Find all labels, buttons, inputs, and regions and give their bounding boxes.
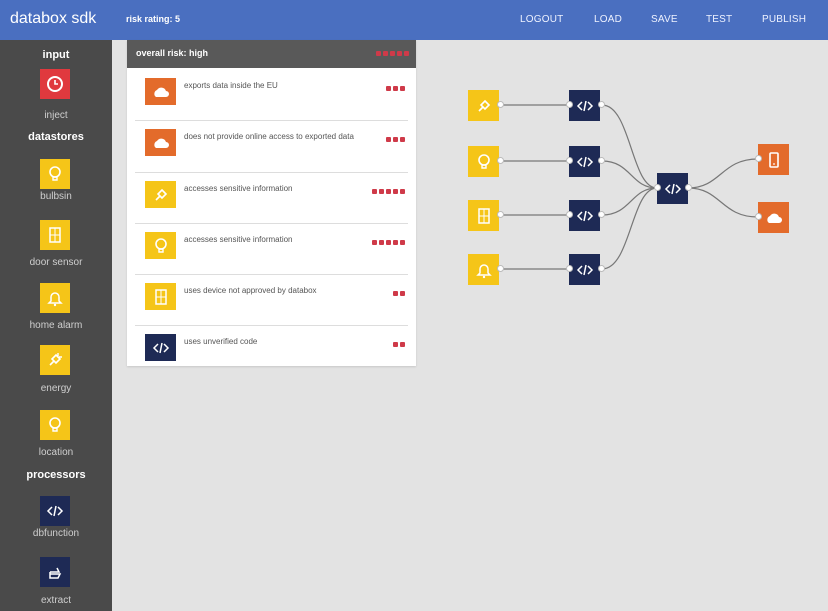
plug-icon [46,351,64,369]
door-icon [145,283,176,310]
node-label-energy: energy [40,383,72,394]
bulb-icon [46,416,64,434]
risk-pips [393,342,405,347]
risk-row[interactable]: accesses sensitive information [135,173,408,224]
flow-node-energy[interactable] [468,90,499,121]
door-icon [46,226,64,244]
node-label-dbfunction: dbfunction [32,528,80,539]
risk-text: uses unverified code [184,337,258,346]
risk-pips [386,86,405,91]
flow-node-dbfunction[interactable] [569,146,600,177]
overall-risk-pips [376,51,409,56]
risk-text: uses device not approved by databox [184,286,317,295]
test-button[interactable]: TEST [706,14,732,25]
code-icon [576,97,594,115]
risk-pips [393,291,405,296]
node-home-alarm[interactable] [40,283,70,313]
code-icon [46,502,64,520]
bulb-icon [145,232,176,259]
risk-text: does not provide online access to export… [184,132,354,141]
node-label-home-alarm: home alarm [29,320,83,331]
node-door-sensor[interactable] [40,220,70,250]
overall-risk-title: overall risk: high [136,48,209,58]
plug-icon [475,97,493,115]
flow-node-home-alarm[interactable] [468,254,499,285]
code-icon [576,261,594,279]
risk-pips [372,189,405,194]
node-extract[interactable] [40,557,70,587]
code-icon [145,334,176,361]
section-datastores: datastores [28,131,84,143]
risk-rating: risk rating: 5 [126,14,181,24]
risk-panel-header: overall risk: high [127,40,416,68]
risk-text: accesses sensitive information [184,184,293,193]
node-inject[interactable] [40,69,70,99]
clock-icon [46,75,64,93]
code-icon [576,207,594,225]
plug-icon [145,181,176,208]
cloud-icon [145,129,176,156]
bulb-icon [475,153,493,171]
cloud-icon [145,78,176,105]
publish-button[interactable]: PUBLISH [762,14,806,25]
node-label-inject: inject [44,110,68,121]
flow-node-mobile[interactable] [758,144,789,175]
section-processors: processors [26,469,86,481]
risk-text: exports data inside the EU [184,81,278,90]
bulb-icon [46,165,64,183]
flow-node-door-sensor[interactable] [468,200,499,231]
risk-row[interactable]: uses unverified code [135,326,408,366]
door-icon [475,207,493,225]
node-label-extract: extract [40,595,71,606]
phone-icon [765,151,783,169]
flow-node-dbfunction[interactable] [569,90,600,121]
flow-node-bulbsin[interactable] [468,146,499,177]
risk-row[interactable]: accesses sensitive information [135,224,408,275]
node-energy[interactable] [40,345,70,375]
node-label-bulbsin: bulbsin [40,191,72,202]
bell-icon [475,261,493,279]
hand-icon [46,563,64,581]
risk-row[interactable]: does not provide online access to export… [135,121,408,173]
node-bulbsin[interactable] [40,159,70,189]
code-icon [576,153,594,171]
cloud-icon [764,211,784,225]
flow-node-dbfunction[interactable] [569,200,600,231]
logout-button[interactable]: LOGOUT [520,14,563,25]
section-input: input [42,49,70,61]
app-title: databox sdk [10,10,97,27]
risk-row[interactable]: exports data inside the EU [135,70,408,121]
bell-icon [46,289,64,307]
risk-pips [372,240,405,245]
risk-text: accesses sensitive information [184,235,293,244]
risk-row[interactable]: uses device not approved by databox [135,275,408,326]
flow-node-cloud[interactable] [758,202,789,233]
code-icon [664,180,682,198]
flow-node-dbfunction[interactable] [569,254,600,285]
risk-panel: overall risk: high exports data inside t… [127,40,416,366]
node-label-door-sensor: door sensor [29,257,83,268]
flow-node-dbfunction[interactable] [657,173,688,204]
flow-canvas[interactable] [426,76,820,296]
node-palette: input inject datastores bulbsin door sen… [0,40,112,611]
top-bar: databox sdk risk rating: 5 LOGOUT LOAD S… [0,0,828,40]
risk-pips [386,137,405,142]
node-label-location: location [38,447,74,458]
node-dbfunction[interactable] [40,496,70,526]
node-location[interactable] [40,410,70,440]
save-button[interactable]: SAVE [651,14,678,25]
load-button[interactable]: LOAD [594,14,622,25]
